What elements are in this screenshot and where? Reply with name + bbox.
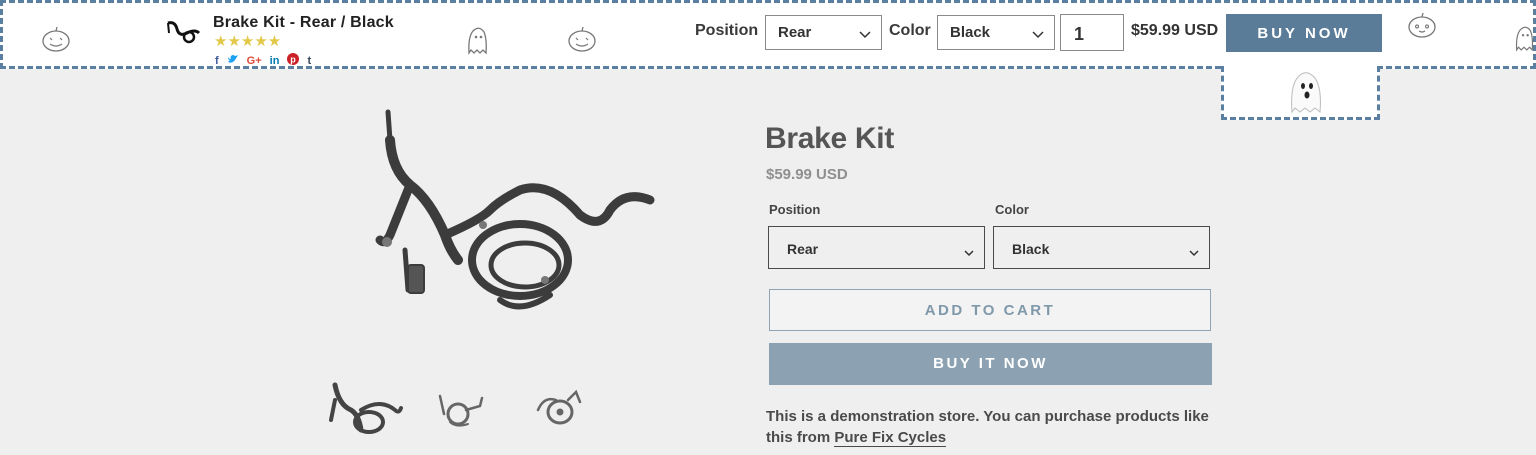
facebook-icon[interactable]: f [215,55,219,67]
position-select-value: Rear [787,241,819,257]
position-label: Position [769,202,821,217]
sticky-add-to-cart-bar: Brake Kit - Rear / Black ★★★★★ f G+ in p… [0,0,1536,69]
add-to-cart-button[interactable]: ADD TO CART [769,289,1211,331]
color-label: Color [995,202,1029,217]
sticky-price: $59.99 USD [1131,22,1219,39]
position-select[interactable]: Rear [768,226,985,269]
quantity-input[interactable]: 1 [1060,14,1124,51]
google-plus-icon[interactable]: G+ [247,55,262,67]
sticky-color-value: Black [950,24,991,41]
sticky-position-select[interactable]: Rear [765,15,882,50]
product-price: $59.99 USD [766,166,848,183]
ghost-icon [465,25,489,55]
tumblr-icon[interactable]: t [307,55,311,67]
pumpkin-icon [41,25,71,53]
chevron-down-icon [1032,26,1044,43]
product-main-image[interactable] [350,100,670,340]
halloween-ghost-badge [1221,66,1380,120]
sticky-position-value: Rear [778,24,812,41]
sticky-position-label: Position [695,22,759,39]
svg-text:p: p [291,55,297,65]
product-thumbnail [163,19,203,47]
product-thumbnail-2[interactable] [436,388,486,437]
rating-stars: ★★★★★ [214,33,282,50]
chevron-down-icon [859,26,871,43]
ghost-icon [1513,23,1535,53]
color-select[interactable]: Black [993,226,1210,269]
product-thumbnail-3[interactable] [532,386,586,437]
pumpkin-icon [567,25,597,53]
pinterest-icon[interactable]: p [287,53,300,68]
pure-fix-cycles-link[interactable]: Pure Fix Cycles [834,429,947,447]
product-description: This is a demonstration store. You can p… [766,406,1226,448]
sticky-color-label: Color [889,22,931,39]
sticky-color-select[interactable]: Black [937,15,1055,50]
social-share-icons: f G+ in p t [215,53,311,68]
linkedin-icon[interactable]: in [270,55,280,67]
chevron-down-icon [964,244,974,260]
pumpkin-icon [1407,11,1437,39]
ghost-icon [1286,68,1326,119]
product-thumbnail-1[interactable] [325,380,405,445]
chevron-down-icon [1189,244,1199,260]
buy-it-now-button[interactable]: BUY IT NOW [769,343,1212,385]
sticky-buy-now-button[interactable]: BUY NOW [1226,14,1382,52]
description-text: This is a demonstration store. You can p… [766,408,1209,446]
twitter-icon[interactable] [227,54,239,67]
product-title: Brake Kit [765,122,895,155]
sticky-product-title: Brake Kit - Rear / Black [213,14,394,31]
color-select-value: Black [1012,241,1050,257]
